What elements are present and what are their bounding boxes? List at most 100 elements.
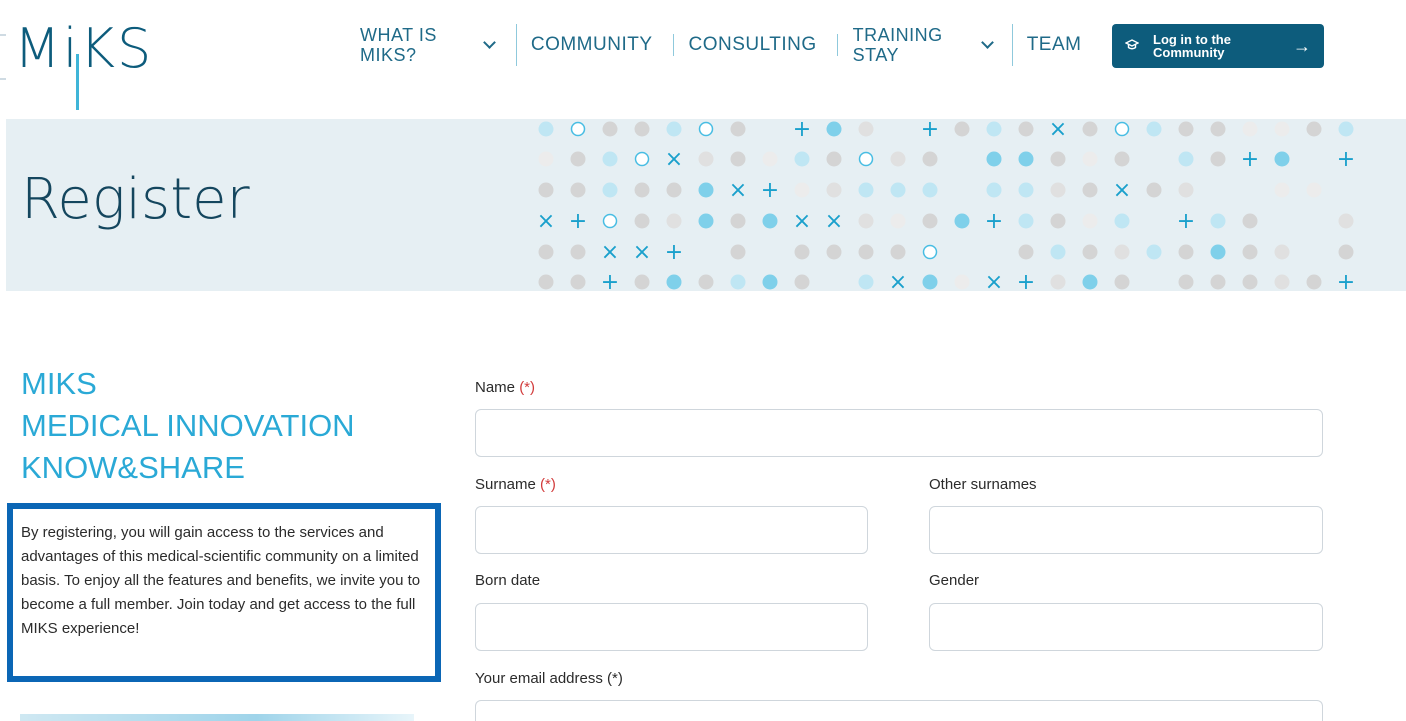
login-label-line: Community <box>1153 45 1225 60</box>
pattern-dot <box>1018 244 1034 260</box>
pattern-dot <box>1178 244 1194 260</box>
surname-input[interactable] <box>475 506 868 554</box>
pattern-cross: × <box>1113 178 1131 203</box>
pattern-dot <box>1306 121 1322 137</box>
nav-item-community[interactable]: COMMUNITY <box>531 34 653 56</box>
pattern-dot <box>1050 182 1066 198</box>
pattern-dot <box>666 274 682 290</box>
pattern-dot <box>762 151 778 167</box>
pattern-dot <box>570 151 586 167</box>
pattern-cross: × <box>729 178 747 203</box>
born-date-input[interactable] <box>475 603 868 651</box>
nav-item-training-stay[interactable]: TRAINING STAY <box>853 25 994 65</box>
pattern-dot <box>858 182 874 198</box>
required-mark: (*) <box>540 476 556 493</box>
pattern-dot <box>890 244 906 260</box>
pattern-dot <box>1018 121 1034 137</box>
pattern-dot <box>762 274 778 290</box>
pattern-plus: + <box>601 270 619 291</box>
login-community-button[interactable]: Log in to the Community → <box>1112 24 1324 68</box>
promo-banner-image <box>20 714 414 721</box>
pattern-dot <box>1082 182 1098 198</box>
pattern-dot <box>666 182 682 198</box>
pattern-dot <box>538 274 554 290</box>
gender-label: Gender <box>929 572 979 589</box>
chevron-down-icon[interactable] <box>482 35 496 49</box>
pattern-ring <box>570 121 586 137</box>
nav-label-line: WHAT IS <box>360 25 437 45</box>
pattern-dot <box>1306 182 1322 198</box>
pattern-dot <box>538 151 554 167</box>
pattern-dot <box>1274 121 1290 137</box>
logo-text: MiKS <box>14 17 154 80</box>
pattern-cross: × <box>601 240 619 265</box>
email-input[interactable] <box>475 700 1323 721</box>
pattern-plus: + <box>1337 147 1355 172</box>
miks-logo[interactable]: MiKS <box>14 18 179 110</box>
tagline-line: MEDICAL INNOVATION <box>21 408 355 443</box>
pattern-plus: + <box>569 209 587 234</box>
pattern-plus: + <box>1337 270 1355 291</box>
pattern-dot <box>538 244 554 260</box>
required-mark: (*) <box>519 379 536 396</box>
pattern-dot <box>634 274 650 290</box>
pattern-cross: × <box>889 270 907 291</box>
pattern-dot <box>858 121 874 137</box>
pattern-dot <box>1018 151 1034 167</box>
pattern-dot <box>634 182 650 198</box>
pattern-ring <box>858 151 874 167</box>
email-label: Your email address (*) <box>475 670 623 687</box>
pattern-dot <box>1210 213 1226 229</box>
page-title: Register <box>21 167 250 232</box>
pattern-cross: × <box>633 240 651 265</box>
pattern-ring <box>602 213 618 229</box>
pattern-dot <box>570 244 586 260</box>
nav-item-consulting[interactable]: CONSULTING <box>689 34 817 56</box>
pattern-dot <box>1082 244 1098 260</box>
pattern-dot <box>826 121 842 137</box>
pattern-dot <box>1018 213 1034 229</box>
nav-item-what-is-miks[interactable]: WHAT IS MIKS? <box>360 25 496 65</box>
left-edge-rule <box>0 78 6 80</box>
pattern-dot <box>1082 121 1098 137</box>
nav-divider <box>672 34 674 56</box>
pattern-ring <box>922 244 938 260</box>
surname-label: Surname (*) <box>475 476 556 493</box>
pattern-dot <box>1242 213 1258 229</box>
pattern-dot <box>986 151 1002 167</box>
pattern-dot <box>1114 213 1130 229</box>
pattern-cross: × <box>793 209 811 234</box>
pattern-dot <box>858 274 874 290</box>
pattern-dot <box>794 151 810 167</box>
pattern-dot <box>986 121 1002 137</box>
pattern-dot <box>826 244 842 260</box>
pattern-dot <box>1274 244 1290 260</box>
pattern-dot <box>922 274 938 290</box>
nav-item-team[interactable]: TEAM <box>1027 34 1082 56</box>
surname-label-text: Surname <box>475 476 536 493</box>
gender-label-text: Gender <box>929 572 980 589</box>
pattern-dot <box>1242 244 1258 260</box>
pattern-dot <box>922 213 938 229</box>
nav-divider <box>515 24 517 66</box>
pattern-dot <box>1082 274 1098 290</box>
page-banner: + + × × + + × + × × + × × + + × × + + × × + + Register <box>6 119 1406 291</box>
pattern-dot <box>1114 244 1130 260</box>
pattern-dot <box>858 244 874 260</box>
name-input[interactable] <box>475 409 1323 457</box>
pattern-dot <box>666 213 682 229</box>
login-button-label: Log in to the Community <box>1153 33 1263 59</box>
other-surnames-input[interactable] <box>929 506 1323 554</box>
required-mark: (*) <box>607 670 623 687</box>
chevron-down-icon[interactable] <box>980 35 994 49</box>
pattern-dot <box>794 182 810 198</box>
pattern-plus: + <box>793 119 811 142</box>
pattern-dot <box>1146 121 1162 137</box>
name-label-text: Name <box>475 379 516 396</box>
pattern-dot <box>890 182 906 198</box>
nav-label: CONSULTING <box>688 34 817 55</box>
gender-input[interactable] <box>929 603 1323 651</box>
pattern-dot <box>1242 274 1258 290</box>
left-edge-rule <box>0 34 6 36</box>
pattern-dot <box>1050 151 1066 167</box>
